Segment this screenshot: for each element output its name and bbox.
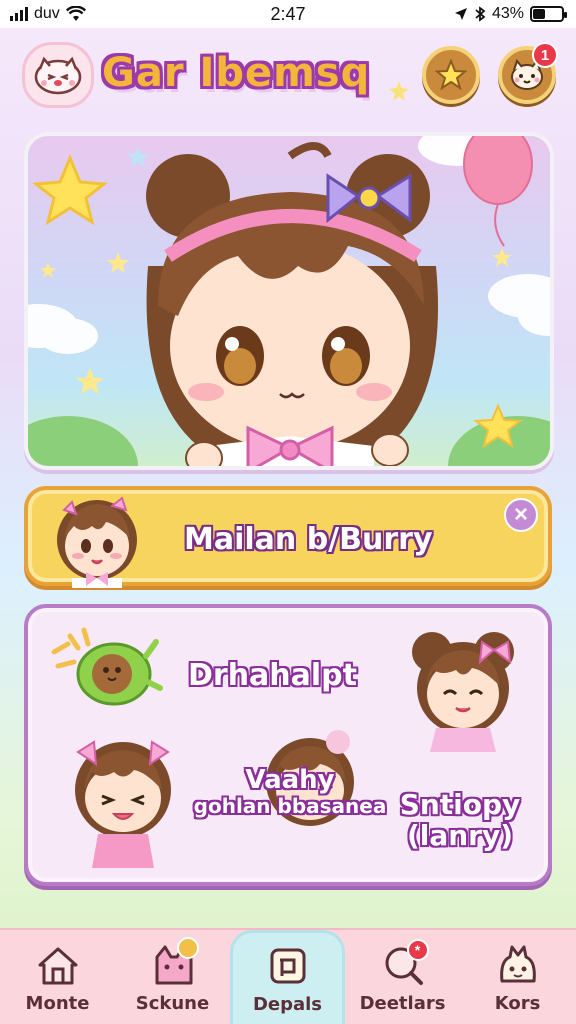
balloon xyxy=(463,136,533,205)
banner-avatar-icon xyxy=(57,496,137,588)
right-item-line1: Sntiopy xyxy=(399,788,521,821)
sparkle-icon xyxy=(389,81,409,101)
bush-left xyxy=(28,416,138,466)
deals-icon xyxy=(270,948,305,984)
nav-item-depals[interactable]: Depals xyxy=(230,930,345,1024)
app-title: Gar Ibemsq xyxy=(102,50,371,96)
nav-item-kors[interactable]: Kors xyxy=(460,930,575,1024)
favorites-button[interactable] xyxy=(422,46,480,104)
search-icon-wrap: * xyxy=(379,938,429,987)
close-icon: × xyxy=(513,501,528,528)
hero-illustration xyxy=(28,136,550,466)
battery-fill xyxy=(533,9,546,19)
notification-badge: 1 xyxy=(532,42,558,68)
mascot-logo-icon xyxy=(34,56,82,95)
event-banner[interactable]: Mailan b/Burry × xyxy=(24,486,552,588)
star-icon xyxy=(435,59,467,91)
nav-badge: * xyxy=(406,938,429,961)
location-icon xyxy=(454,8,467,20)
battery-percent: 43% xyxy=(491,5,524,22)
battery-icon xyxy=(530,6,567,22)
profile-button[interactable]: 1 xyxy=(498,42,558,104)
bluetooth-icon xyxy=(475,6,486,22)
green-creature-sticker[interactable] xyxy=(48,622,168,712)
winking-girl-sticker[interactable] xyxy=(398,622,528,752)
nav-label: Kors xyxy=(494,992,541,1014)
nav-label: Monte xyxy=(25,992,90,1014)
cat-icon-wrap xyxy=(149,936,199,987)
center-item-label: Vaahy gohlan bbasanea xyxy=(190,766,390,817)
happy-girl-sticker[interactable] xyxy=(58,728,188,868)
center-item-line2: gohlan bbasanea xyxy=(193,793,387,818)
app-header: Gar Ibemsq 1 xyxy=(0,36,576,120)
app-logo[interactable] xyxy=(22,42,94,108)
home-icon xyxy=(38,947,77,984)
panel-title: Drhahalpt xyxy=(188,658,357,693)
chibi-character xyxy=(146,142,439,466)
big-star xyxy=(32,154,108,226)
banner-title: Mailan b/Burry xyxy=(184,522,433,557)
nav-item-deetlars[interactable]: * Deetlars xyxy=(345,930,460,1024)
right-item-line2: (lanry) xyxy=(406,818,514,852)
creature-icon xyxy=(499,945,536,982)
right-item-label: Sntiopy (lanry) xyxy=(390,788,530,852)
hero-card[interactable] xyxy=(24,132,554,470)
nav-item-sckune[interactable]: Sckune xyxy=(115,930,230,1024)
center-item-line1: Vaahy xyxy=(245,765,335,795)
nav-label: Sckune xyxy=(135,992,210,1014)
cloud-left xyxy=(28,304,98,354)
status-bar: duv 2:47 43% xyxy=(0,0,576,28)
nav-item-monte[interactable]: Monte xyxy=(0,930,115,1024)
sticker-panel: Drhahalpt Vaahy gohlan bbasanea Sntiopy … xyxy=(24,604,552,886)
status-right: 43% xyxy=(454,5,567,23)
close-banner-button[interactable]: × xyxy=(504,498,538,532)
nav-dot xyxy=(176,936,199,959)
nav-label: Depals xyxy=(252,994,323,1015)
bottom-nav: Monte Sckune Depals * Deetlars Kors xyxy=(0,928,576,1024)
nav-label: Deetlars xyxy=(359,992,446,1014)
